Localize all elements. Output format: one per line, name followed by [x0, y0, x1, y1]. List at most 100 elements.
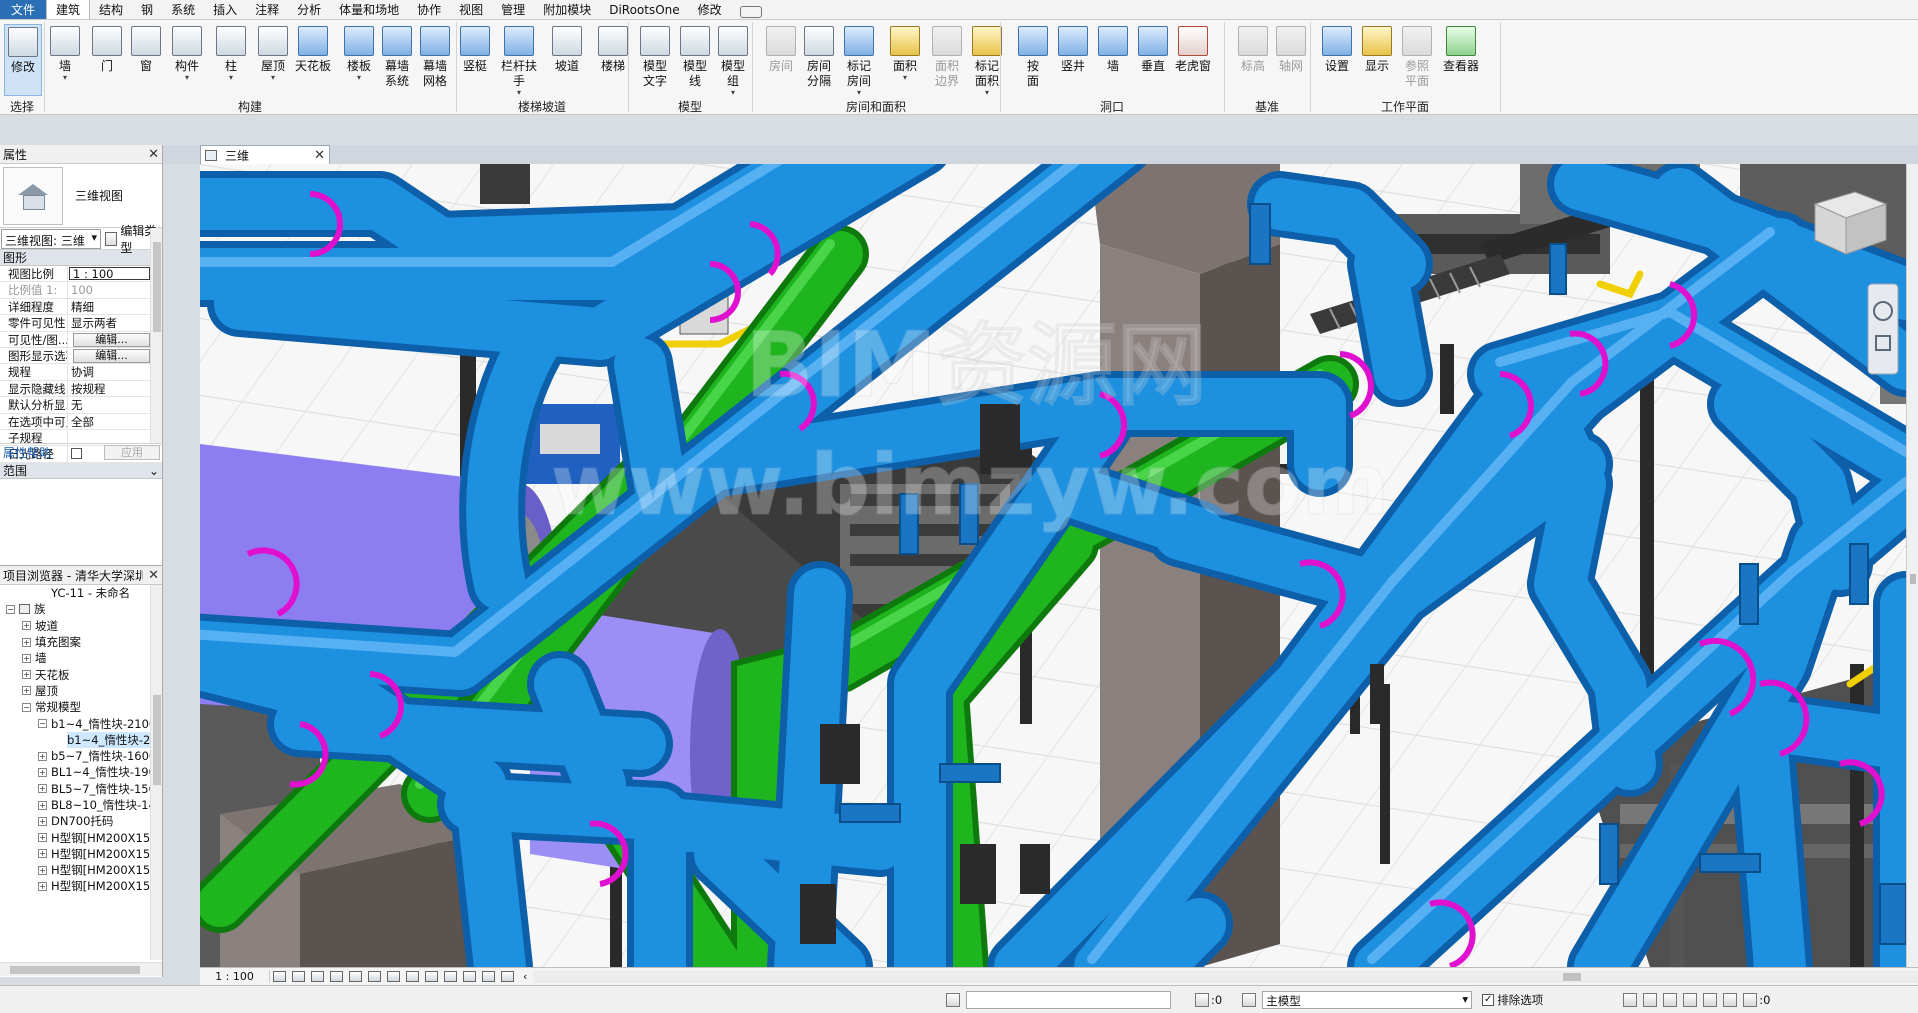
expand-icon[interactable]: +	[38, 881, 47, 891]
background-process-icon[interactable]	[1723, 992, 1738, 1007]
type-selector[interactable]: 三维视图	[0, 164, 162, 228]
tree-item[interactable]: + 墙	[0, 650, 162, 666]
menu-tab-13[interactable]: DiRootsOne	[600, 0, 688, 19]
crop-view-icon[interactable]	[368, 971, 381, 982]
tree-item[interactable]: + 填充图案	[0, 634, 162, 650]
collapse-icon[interactable]: −	[38, 719, 47, 729]
ribbon-button-ceiling[interactable]: 天花板	[294, 24, 332, 96]
expand-icon[interactable]: +	[38, 816, 47, 826]
menu-tab-8[interactable]: 体量和场地	[330, 0, 408, 19]
menu-tab-1[interactable]: 建筑	[46, 0, 91, 19]
menu-tab-2[interactable]: 结构	[90, 0, 132, 19]
tree-item[interactable]: + H型钢[HM200X150	[0, 829, 162, 845]
filter-icon[interactable]	[1743, 992, 1758, 1007]
ribbon-button-dormer[interactable]: 老虎窗	[1174, 24, 1212, 96]
browser-hscroll[interactable]	[0, 962, 162, 976]
expand-icon[interactable]: +	[22, 637, 31, 647]
worksharing-icon[interactable]	[946, 992, 960, 1007]
tree-item[interactable]: + H型钢[HM200X150]	[0, 878, 162, 894]
ribbon-button-window[interactable]: 窗	[127, 24, 165, 96]
navigation-bar[interactable]	[1867, 283, 1899, 375]
browser-scrollbar[interactable]	[150, 585, 162, 960]
tree-item[interactable]: + BL8~10_惰性块-1400	[0, 797, 162, 813]
menu-tab-0[interactable]: 文件	[0, 0, 47, 19]
ribbon-button-railing[interactable]: 栏杆扶手 ▾	[500, 24, 538, 97]
ribbon-button-area-boundary[interactable]: 面积 边界	[928, 24, 966, 96]
scroll-left-icon[interactable]: ‹	[523, 970, 527, 983]
ribbon-button-tag-room[interactable]: 标记 房间 ▾	[840, 24, 878, 97]
dropdown-arrow-icon[interactable]: ▾	[254, 74, 292, 82]
dropdown-arrow-icon[interactable]: ▾	[840, 89, 878, 97]
ribbon-button-mullion[interactable]: 竖梃	[456, 24, 494, 96]
properties-scrollbar[interactable]	[150, 228, 162, 443]
ribbon-button-model-line[interactable]: 模型 线	[676, 24, 714, 96]
viewbar-hscroll[interactable]	[533, 970, 1918, 983]
highlight-displacement-icon[interactable]	[501, 971, 514, 982]
properties-help-link[interactable]: 属性帮助	[3, 444, 51, 461]
menu-tab-11[interactable]: 管理	[492, 0, 534, 19]
edit-button[interactable]: 编辑...	[73, 332, 150, 347]
expand-icon[interactable]: +	[22, 686, 31, 696]
ribbon-button-cursor[interactable]: 修改	[4, 24, 42, 96]
analytical-model-icon[interactable]	[482, 971, 495, 982]
menu-tab-10[interactable]: 视图	[450, 0, 492, 19]
ribbon-button-model-text[interactable]: 模型 文字	[636, 24, 674, 96]
property-value[interactable]: 协调	[68, 364, 162, 379]
shadows-icon[interactable]	[330, 971, 343, 982]
temporary-view-properties-icon[interactable]	[463, 971, 476, 982]
expand-icon[interactable]: +	[38, 751, 47, 761]
ribbon-button-level[interactable]: 标高	[1234, 24, 1272, 96]
render-icon[interactable]	[349, 971, 362, 982]
ribbon-button-grid[interactable]: 轴网	[1272, 24, 1310, 96]
property-value[interactable]: 精细	[68, 299, 162, 314]
section-extent[interactable]: 范围 ⌄	[0, 462, 162, 479]
tree-item[interactable]: + H型钢[HM200X150]	[0, 862, 162, 878]
view-scale[interactable]: 1 : 100	[200, 970, 270, 983]
tree-item[interactable]: b1~4_惰性块-210	[0, 731, 162, 748]
3d-viewport[interactable]: BIM资源网 www.bimzyw.com	[200, 164, 1906, 967]
exclude-options-checkbox[interactable]: ✓ 排除选项	[1482, 992, 1543, 1008]
property-value[interactable]: 全部	[68, 414, 162, 429]
collapse-icon[interactable]: −	[22, 702, 31, 712]
tree-item[interactable]: + H型钢[HM200X150]	[0, 846, 162, 862]
tree-item[interactable]: + 坡道	[0, 618, 162, 634]
sun-path-icon[interactable]	[311, 971, 324, 982]
menu-tab-12[interactable]: 附加模块	[534, 0, 600, 19]
ribbon-button-room-separator[interactable]: 房间 分隔	[800, 24, 838, 96]
ribbon-button-floor[interactable]: 楼板 ▾	[340, 24, 378, 96]
ribbon-group-label[interactable]: 选择	[0, 100, 44, 114]
temporary-hide-icon[interactable]	[425, 971, 438, 982]
view-selector-dropdown[interactable]: 三维视图: 三维	[1, 228, 102, 249]
expand-icon[interactable]: +	[22, 621, 31, 631]
close-icon[interactable]: ✕	[148, 147, 159, 162]
tree-item[interactable]: − b1~4_惰性块-2100x	[0, 715, 162, 731]
detail-level-icon[interactable]	[273, 971, 286, 982]
tree-item[interactable]: + BL1~4_惰性块-1900x	[0, 764, 162, 780]
tree-item[interactable]: + BL5~7_惰性块-1500x	[0, 781, 162, 797]
menu-tab-7[interactable]: 分析	[288, 0, 330, 19]
expand-icon[interactable]: ⌄	[149, 463, 159, 478]
ribbon-button-roof[interactable]: 屋顶 ▾	[254, 24, 292, 96]
ribbon-button-workplane-show[interactable]: 显示	[1358, 24, 1396, 96]
dropdown-arrow-icon[interactable]: ▾	[46, 74, 84, 82]
tree-item[interactable]: + DN700托码	[0, 813, 162, 829]
ribbon-button-workplane-set[interactable]: 设置	[1318, 24, 1356, 96]
close-icon[interactable]: ✕	[148, 568, 159, 583]
tree-item[interactable]: + b5~7_惰性块-1600x	[0, 748, 162, 764]
menu-tab-3[interactable]: 钢	[132, 0, 162, 19]
ribbon-button-vertical-opening[interactable]: 垂直	[1134, 24, 1172, 96]
dropdown-arrow-icon[interactable]: ▾	[714, 89, 752, 97]
property-value[interactable]: 显示两者	[68, 315, 162, 330]
ribbon-button-viewer[interactable]: 查看器	[1442, 24, 1480, 96]
menu-tab-4[interactable]: 系统	[162, 0, 204, 19]
expand-icon[interactable]: +	[38, 849, 47, 859]
expand-icon[interactable]: +	[38, 784, 47, 794]
design-options-icon[interactable]	[1242, 992, 1257, 1007]
collapse-icon[interactable]: −	[6, 604, 15, 614]
dropdown-arrow-icon[interactable]: ▾	[886, 74, 924, 82]
workset-field[interactable]	[966, 990, 1171, 1009]
ribbon-button-wall[interactable]: 墙 ▾	[46, 24, 84, 96]
property-value[interactable]: 1 : 100	[69, 267, 150, 281]
ribbon-button-door[interactable]: 门	[88, 24, 126, 96]
apply-button[interactable]: 应用	[104, 444, 160, 460]
